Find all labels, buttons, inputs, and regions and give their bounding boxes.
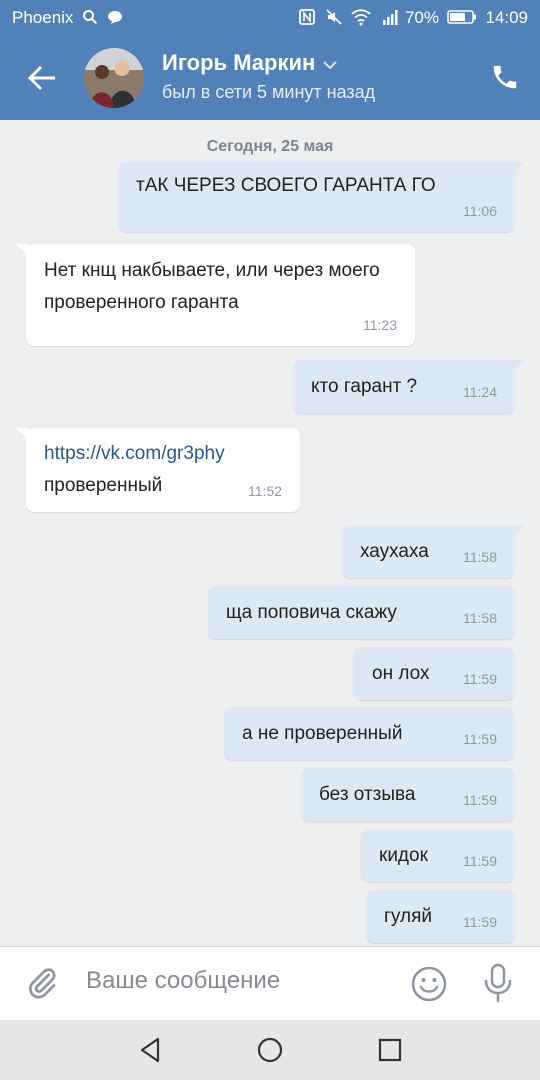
status-right: 70% 14:09 (298, 8, 528, 28)
nav-recent-icon[interactable] (375, 1035, 405, 1065)
message-text: кидок (379, 845, 428, 866)
message-text: ща поповича скажу (226, 602, 397, 623)
chat-header: Игорь Маркин был в сети 5 минут назад (0, 36, 540, 120)
message-list[interactable]: Сегодня, 25 мая тАК ЧЕРЕЗ СВОЕГО ГАРАНТА… (0, 120, 540, 946)
mute-icon (326, 9, 342, 25)
incoming-message[interactable]: Нет кнщ накбываете, или через моего пров… (16, 244, 415, 346)
message-text: гуляй (384, 906, 433, 927)
nav-home-icon[interactable] (255, 1035, 285, 1065)
date-divider: Сегодня, 25 мая (206, 138, 334, 155)
wifi-icon (351, 9, 372, 26)
message-time: 11:58 (463, 549, 497, 565)
contact-name-text: Игорь Маркин (162, 50, 316, 75)
carrier-name: Phoenix (12, 8, 74, 27)
outgoing-message[interactable]: хаухаха 11:58 (342, 525, 524, 578)
phone-icon[interactable] (490, 62, 520, 92)
message-time: 11:59 (463, 853, 497, 869)
message-text: хаухаха (360, 541, 429, 562)
paperclip-icon[interactable] (24, 965, 60, 1001)
message-time: 11:59 (463, 914, 497, 930)
outgoing-message[interactable]: он лох 11:59 (354, 647, 515, 700)
outgoing-message[interactable]: кто гарант ? 11:24 (293, 360, 524, 413)
outgoing-message[interactable]: кидок 11:59 (361, 829, 515, 882)
message-text: тАК ЧЕРЕЗ СВОЕГО ГАРАНТА ГО (136, 175, 436, 196)
message-link[interactable]: https://vk.com/gr3phy (44, 438, 225, 470)
message-time: 11:59 (463, 671, 497, 687)
clock: 14:09 (485, 8, 528, 27)
contact-name[interactable]: Игорь Маркин (162, 50, 338, 76)
outgoing-message[interactable]: гуляй 11:59 (366, 890, 515, 943)
emoji-icon[interactable] (410, 965, 448, 1003)
last-seen-status: был в сети 5 минут назад (162, 82, 376, 102)
message-time: 11:58 (463, 610, 497, 626)
message-time: 11:59 (463, 792, 497, 808)
message-text: кто гарант ? (311, 376, 418, 397)
message-time: 11:59 (463, 731, 497, 747)
nav-back-icon[interactable] (136, 1035, 166, 1065)
message-text: Нет кнщ накбываете, или через моего пров… (44, 260, 386, 313)
message-text: а не проверенный (242, 723, 403, 744)
signal-icon (383, 10, 398, 25)
chevron-down-icon (323, 61, 338, 70)
status-bar: Phoenix 70% 14:09 (0, 0, 540, 36)
nfc-icon (299, 9, 315, 25)
back-arrow-icon[interactable] (27, 62, 59, 94)
message-text: проверенный (44, 475, 163, 496)
bubble-tail (512, 162, 524, 174)
bubble-tail (16, 244, 28, 256)
status-left: Phoenix (12, 8, 123, 28)
search-icon (83, 10, 98, 25)
incoming-message[interactable]: https://vk.com/gr3phy проверенный 11:52 (16, 428, 300, 512)
battery-icon (446, 10, 476, 24)
chat-bubble-icon (107, 11, 122, 24)
message-time: 11:52 (248, 483, 282, 499)
message-input[interactable]: Ваше сообщение (86, 967, 280, 995)
microphone-icon[interactable] (480, 963, 516, 1003)
message-time: 11:06 (463, 203, 497, 219)
avatar-photo (84, 48, 144, 108)
system-nav-bar (0, 1020, 540, 1080)
bubble-tail (512, 525, 524, 537)
outgoing-message[interactable]: ща поповича скажу 11:58 (208, 586, 515, 639)
avatar[interactable] (84, 48, 144, 108)
outgoing-message[interactable]: без отзыва 11:59 (301, 768, 515, 821)
message-time: 11:24 (463, 384, 497, 400)
message-text: он лох (372, 663, 430, 684)
bubble-tail (16, 428, 28, 440)
message-text: без отзыва (319, 784, 416, 805)
outgoing-message[interactable]: тАК ЧЕРЕЗ СВОЕГО ГАРАНТА ГО 11:06 (118, 162, 524, 232)
battery-percent: 70% (404, 8, 439, 27)
bubble-tail (512, 360, 524, 372)
outgoing-message[interactable]: а не проверенный 11:59 (224, 707, 515, 760)
message-time: 11:23 (363, 317, 397, 333)
message-composer: Ваше сообщение (0, 946, 540, 1021)
